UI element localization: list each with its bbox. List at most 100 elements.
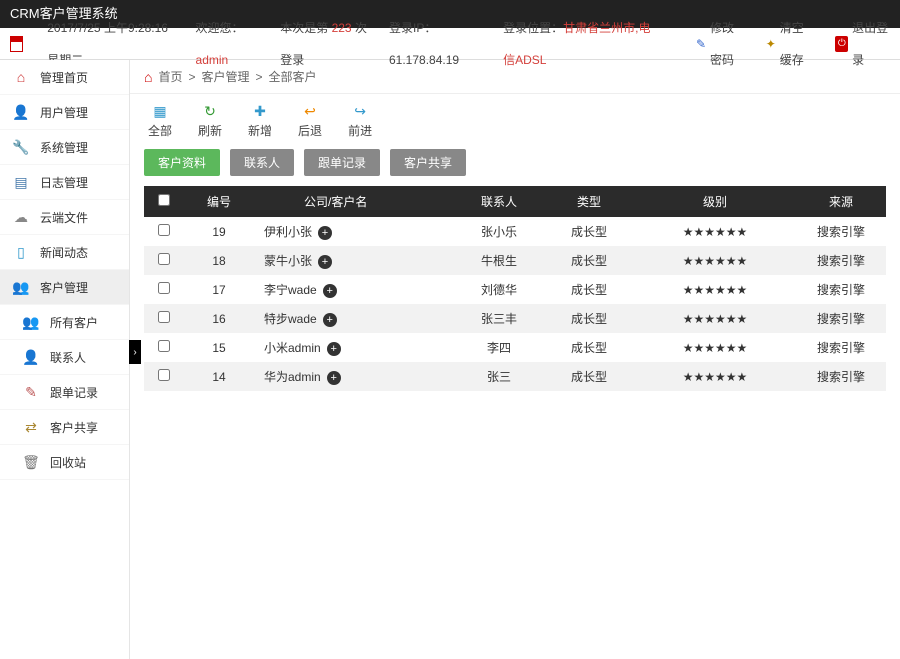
toolbar-back-button[interactable]: ↩后退 (298, 102, 322, 139)
breadcrumb-l2: 全部客户 (269, 60, 317, 94)
customers-icon: 👥 (12, 278, 30, 296)
row-checkbox[interactable] (158, 311, 170, 323)
cell-level: ★★★★★★ (634, 362, 796, 391)
cell-id: 19 (184, 217, 254, 246)
sidebar-item-tracking[interactable]: ✎跟单记录 (0, 375, 129, 410)
sidebar-item-users[interactable]: 👤用户管理 (0, 95, 129, 130)
cell-level: ★★★★★★ (634, 275, 796, 304)
table-row[interactable]: 18蒙牛小张+牛根生成长型★★★★★★搜索引擎 (144, 246, 886, 275)
cell-id: 17 (184, 275, 254, 304)
breadcrumb-home-icon: ⌂ (144, 60, 152, 94)
table-row[interactable]: 17李宁wade+刘德华成长型★★★★★★搜索引擎 (144, 275, 886, 304)
table-row[interactable]: 16特步wade+张三丰成长型★★★★★★搜索引擎 (144, 304, 886, 333)
home-icon: ⌂ (12, 68, 30, 86)
expand-icon[interactable]: + (323, 313, 337, 327)
col-type: 类型 (544, 186, 634, 217)
cell-contact: 张三 (454, 362, 544, 391)
tabs: 客户资料 联系人 跟单记录 客户共享 (130, 149, 900, 186)
row-checkbox[interactable] (158, 369, 170, 381)
sidebar-item-all-customers[interactable]: 👥所有客户 (0, 305, 129, 340)
edit-icon: ✎ (696, 28, 706, 60)
toolbar-all-button[interactable]: ▦全部 (148, 102, 172, 139)
cell-type: 成长型 (544, 217, 634, 246)
trash-icon: 🗑 (22, 453, 40, 471)
expand-icon[interactable]: + (327, 342, 341, 356)
sidebar-item-system[interactable]: 🔧系统管理 (0, 130, 129, 165)
add-icon: ✚ (251, 102, 269, 120)
cell-company: 蒙牛小张+ (254, 246, 454, 275)
main: › ⌂ 首页 > 客户管理 > 全部客户 ▦全部 ↻刷新 ✚新增 ↩后退 ↪前进… (130, 60, 900, 659)
breadcrumb-l1[interactable]: 客户管理 (202, 60, 250, 94)
cell-company: 李宁wade+ (254, 275, 454, 304)
table-row[interactable]: 15小米admin+李四成长型★★★★★★搜索引擎 (144, 333, 886, 362)
cell-company: 华为admin+ (254, 362, 454, 391)
cell-source: 搜索引擎 (796, 362, 886, 391)
wrench-icon: 🔧 (12, 138, 30, 156)
cell-source: 搜索引擎 (796, 275, 886, 304)
col-source: 来源 (796, 186, 886, 217)
cell-contact: 刘德华 (454, 275, 544, 304)
expand-icon[interactable]: + (318, 226, 332, 240)
grid-icon: ▦ (151, 102, 169, 120)
table-row[interactable]: 14华为admin+张三成长型★★★★★★搜索引擎 (144, 362, 886, 391)
sidebar-item-logs[interactable]: ▤日志管理 (0, 165, 129, 200)
contact-icon: 👤 (22, 348, 40, 366)
breadcrumb-home[interactable]: 首页 (158, 60, 182, 94)
cell-type: 成长型 (544, 275, 634, 304)
cell-level: ★★★★★★ (634, 304, 796, 333)
sidebar: ⌂管理首页 👤用户管理 🔧系统管理 ▤日志管理 ☁云端文件 ▯新闻动态 👥客户管… (0, 60, 130, 659)
expand-icon[interactable]: + (327, 371, 341, 385)
cell-type: 成长型 (544, 304, 634, 333)
cell-level: ★★★★★★ (634, 246, 796, 275)
tab-customer-info[interactable]: 客户资料 (144, 149, 220, 176)
col-id: 编号 (184, 186, 254, 217)
cell-id: 15 (184, 333, 254, 362)
calendar-icon (10, 36, 23, 52)
row-checkbox[interactable] (158, 340, 170, 352)
toolbar-refresh-button[interactable]: ↻刷新 (198, 102, 222, 139)
sidebar-item-news[interactable]: ▯新闻动态 (0, 235, 129, 270)
tracking-icon: ✎ (22, 383, 40, 401)
cell-source: 搜索引擎 (796, 304, 886, 333)
cloud-icon: ☁ (12, 208, 30, 226)
cell-id: 18 (184, 246, 254, 275)
sidebar-item-contacts[interactable]: 👤联系人 (0, 340, 129, 375)
broom-icon: ✦ (766, 28, 776, 60)
refresh-icon: ↻ (201, 102, 219, 120)
tab-share[interactable]: 客户共享 (390, 149, 466, 176)
exit-icon: ⏻ (835, 36, 848, 52)
cell-type: 成长型 (544, 362, 634, 391)
expand-icon[interactable]: + (323, 284, 337, 298)
sidebar-item-customers[interactable]: 👥客户管理 (0, 270, 129, 305)
all-customers-icon: 👥 (22, 313, 40, 331)
row-checkbox[interactable] (158, 224, 170, 236)
row-checkbox[interactable] (158, 253, 170, 265)
toolbar-add-button[interactable]: ✚新增 (248, 102, 272, 139)
sidebar-item-home[interactable]: ⌂管理首页 (0, 60, 129, 95)
cell-company: 伊利小张+ (254, 217, 454, 246)
cell-id: 14 (184, 362, 254, 391)
tab-contacts[interactable]: 联系人 (230, 149, 294, 176)
toolbar: ▦全部 ↻刷新 ✚新增 ↩后退 ↪前进 (130, 94, 900, 149)
cell-source: 搜索引擎 (796, 217, 886, 246)
row-checkbox[interactable] (158, 282, 170, 294)
cell-id: 16 (184, 304, 254, 333)
sidebar-item-trash[interactable]: 🗑回收站 (0, 445, 129, 480)
col-company: 公司/客户名 (254, 186, 454, 217)
cell-level: ★★★★★★ (634, 217, 796, 246)
user-icon: 👤 (12, 103, 30, 121)
news-icon: ▯ (12, 243, 30, 261)
sidebar-item-share[interactable]: ⇄客户共享 (0, 410, 129, 445)
sidebar-toggle[interactable]: › (129, 340, 141, 364)
sidebar-item-cloud[interactable]: ☁云端文件 (0, 200, 129, 235)
select-all-checkbox[interactable] (158, 194, 170, 206)
cell-type: 成长型 (544, 246, 634, 275)
expand-icon[interactable]: + (318, 255, 332, 269)
share-icon: ⇄ (22, 418, 40, 436)
cell-source: 搜索引擎 (796, 246, 886, 275)
toolbar-forward-button[interactable]: ↪前进 (348, 102, 372, 139)
table-row[interactable]: 19伊利小张+张小乐成长型★★★★★★搜索引擎 (144, 217, 886, 246)
cell-contact: 张三丰 (454, 304, 544, 333)
cell-contact: 牛根生 (454, 246, 544, 275)
tab-tracking[interactable]: 跟单记录 (304, 149, 380, 176)
